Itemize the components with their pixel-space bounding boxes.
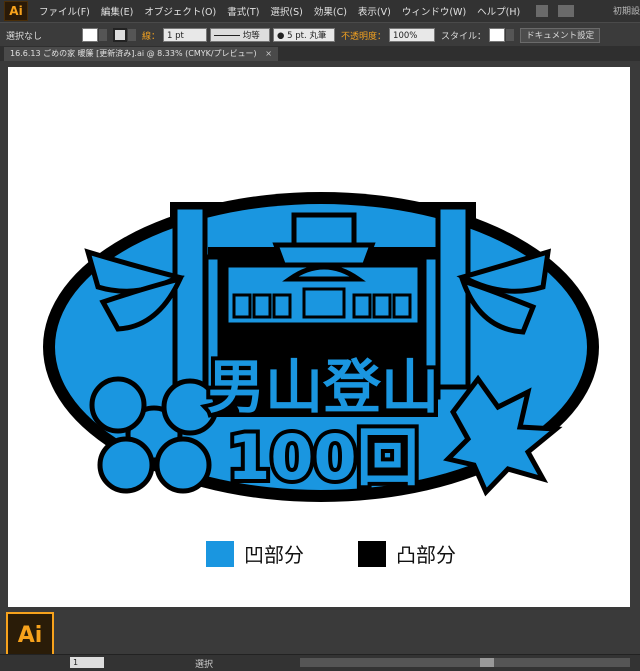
document-tab[interactable]: 16.6.13 ごめの家 暖簾 [更新済み].ai @ 8.33% (CMYK/…: [4, 47, 278, 61]
menu-view[interactable]: 表示(V): [358, 4, 391, 18]
raised-label: 凸部分: [396, 543, 456, 567]
menu-file[interactable]: ファイル(F): [39, 4, 90, 18]
style-dropdown-icon[interactable]: [506, 29, 515, 41]
recessed-label: 凹部分: [244, 543, 304, 567]
fill-swatch[interactable]: [82, 28, 99, 42]
stroke-label[interactable]: 線：: [142, 29, 160, 42]
app-logo: Ai: [4, 1, 28, 21]
menu-effect[interactable]: 効果(C): [314, 4, 347, 18]
brush-field[interactable]: ● 5 pt. 丸筆: [273, 28, 336, 42]
menu-object[interactable]: オブジェクト(O): [144, 4, 216, 18]
title-line-1: 男山登山: [207, 353, 439, 421]
arrange-documents-icon[interactable]: [558, 5, 575, 17]
control-bar: 選択なし 線： 1 pt 均等 ● 5 pt. 丸筆 不透明度： 100% スタ…: [0, 22, 640, 48]
menu-type[interactable]: 書式(T): [227, 4, 259, 18]
menu-edit[interactable]: 編集(E): [101, 4, 133, 18]
style-label: スタイル：: [441, 31, 487, 42]
stroke-profile-field[interactable]: 均等: [210, 28, 271, 42]
horizontal-scrollbar[interactable]: [300, 658, 630, 667]
canvas-area[interactable]: 男山登山 100回 凹部分 凸部分: [0, 61, 640, 654]
brush-label: 5 pt. 丸筆: [287, 31, 327, 41]
scrollbar-thumb[interactable]: [480, 658, 494, 667]
menu-help[interactable]: ヘルプ(H): [477, 4, 520, 18]
illustrator-logo: Ai: [6, 612, 54, 658]
artwork-title: 男山登山 100回: [203, 349, 443, 498]
opacity-field[interactable]: 100%: [389, 28, 436, 42]
stroke-dropdown-icon[interactable]: [128, 29, 137, 41]
stroke-weight-field[interactable]: 1 pt: [163, 28, 208, 42]
fill-dropdown-icon[interactable]: [99, 29, 108, 41]
artboard-number-field[interactable]: 1: [70, 657, 104, 668]
style-swatch[interactable]: [489, 28, 506, 42]
noren-artwork: 男山登山 100回: [43, 192, 599, 502]
bridge-icon[interactable]: [536, 5, 549, 17]
legend-raised: 凸部分: [358, 539, 456, 568]
menu-bar: Ai ファイル(F) 編集(E) オブジェクト(O) 書式(T) 選択(S) 効…: [0, 0, 640, 22]
recessed-color-box: [206, 540, 234, 567]
raised-color-box: [358, 540, 386, 567]
status-bar: 1 選択: [0, 654, 640, 671]
title-line-2: 100回: [227, 421, 418, 494]
document-tab-bar: 16.6.13 ごめの家 暖簾 [更新済み].ai @ 8.33% (CMYK/…: [0, 46, 640, 61]
menu-select[interactable]: 選択(S): [270, 4, 302, 18]
document-tab-title: 16.6.13 ごめの家 暖簾 [更新済み].ai @ 8.33% (CMYK/…: [10, 49, 257, 58]
document-setup-button[interactable]: ドキュメント設定: [520, 27, 601, 43]
workspace-switcher[interactable]: 初期設: [613, 4, 640, 17]
close-tab-icon[interactable]: ×: [265, 49, 272, 58]
stroke-swatch[interactable]: [113, 28, 128, 42]
artboard[interactable]: 男山登山 100回 凹部分 凸部分: [8, 67, 630, 607]
legend-recessed: 凹部分: [206, 539, 304, 568]
current-tool-status: 選択: [195, 660, 214, 670]
stroke-profile-label: 均等: [242, 31, 260, 41]
menu-window[interactable]: ウィンドウ(W): [402, 4, 466, 18]
selection-status: 選択なし: [6, 31, 43, 42]
opacity-label[interactable]: 不透明度：: [341, 29, 386, 42]
